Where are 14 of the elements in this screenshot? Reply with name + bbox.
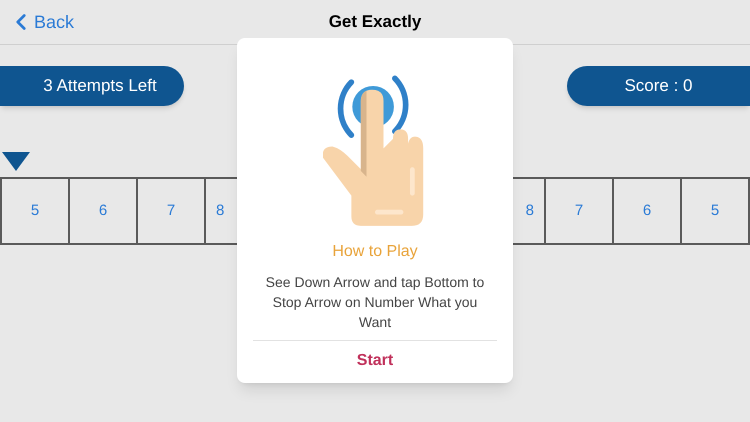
- number-cell: 7: [136, 177, 206, 245]
- number-cell: 5: [0, 177, 70, 245]
- dialog-heading: How to Play: [332, 242, 418, 262]
- attempts-pill: 3 Attempts Left: [0, 66, 184, 106]
- number-cell: 7: [544, 177, 614, 245]
- down-arrow-icon: [2, 152, 30, 171]
- score-pill: Score : 0: [567, 66, 750, 106]
- number-cell: 6: [68, 177, 138, 245]
- number-cell: 5: [680, 177, 750, 245]
- start-button[interactable]: Start: [356, 349, 394, 373]
- dialog-message: See Down Arrow and tap Bottom to Stop Arrow on Number What you Want: [264, 273, 486, 332]
- back-button[interactable]: Back: [0, 8, 74, 36]
- screen-title: Get Exactly: [328, 11, 422, 34]
- number-cell: 6: [612, 177, 682, 245]
